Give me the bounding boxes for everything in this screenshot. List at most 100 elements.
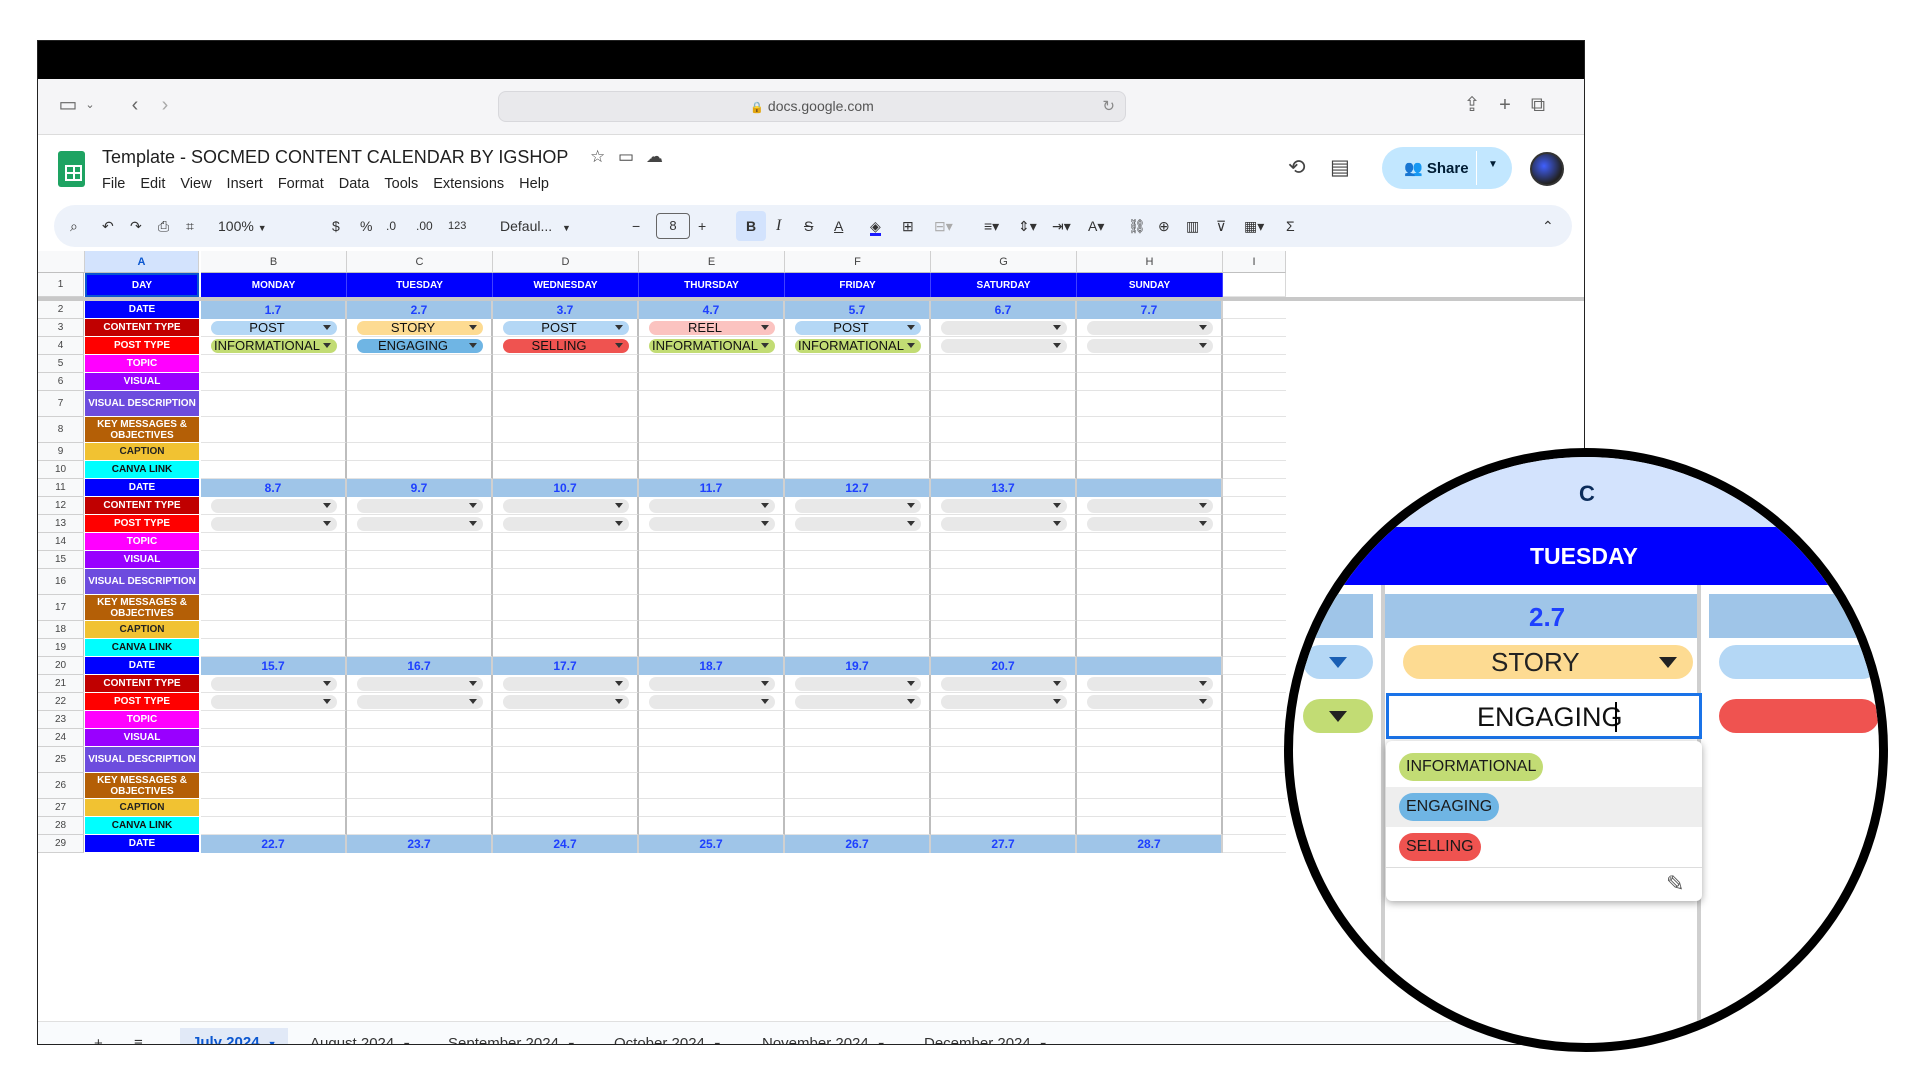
- date-cell[interactable]: 27.7: [931, 835, 1077, 853]
- post-type-dropdown[interactable]: [795, 517, 921, 531]
- post-type-dropdown[interactable]: [503, 517, 629, 531]
- calendar-cell[interactable]: [931, 533, 1077, 551]
- calendar-cell[interactable]: [493, 729, 639, 747]
- calendar-cell[interactable]: [1077, 621, 1223, 639]
- row-number[interactable]: 15: [38, 551, 84, 569]
- calendar-cell[interactable]: [785, 747, 931, 773]
- bold-button[interactable]: B: [736, 211, 766, 241]
- calendar-cell[interactable]: [493, 747, 639, 773]
- select-all-corner[interactable]: [38, 251, 85, 273]
- empty-cell[interactable]: [1223, 391, 1286, 417]
- calendar-cell[interactable]: [785, 443, 931, 461]
- dropdown-option[interactable]: ENGAGING: [1386, 787, 1702, 827]
- post-type-dropdown[interactable]: [1087, 517, 1213, 531]
- share-button[interactable]: 👥 Share ▼: [1382, 147, 1512, 189]
- calendar-cell[interactable]: [931, 729, 1077, 747]
- menu-edit[interactable]: Edit: [140, 176, 165, 192]
- calendar-cell[interactable]: [201, 639, 347, 657]
- empty-cell[interactable]: [1223, 417, 1286, 443]
- empty-cell[interactable]: [1223, 747, 1286, 773]
- post-type-dropdown[interactable]: [649, 695, 775, 709]
- tab-august-2024[interactable]: August 2024 ▼: [310, 1035, 411, 1044]
- content-type-dropdown[interactable]: POST: [795, 321, 921, 335]
- empty-cell[interactable]: [1223, 729, 1286, 747]
- calendar-cell[interactable]: [639, 417, 785, 443]
- content-type-dropdown[interactable]: [211, 677, 337, 691]
- sheets-logo-icon[interactable]: [58, 151, 85, 187]
- column-header-b[interactable]: B: [201, 251, 347, 273]
- post-type-dropdown[interactable]: [1087, 339, 1213, 353]
- empty-cell[interactable]: [1223, 273, 1286, 297]
- increase-font-size-button[interactable]: +: [698, 216, 706, 236]
- calendar-cell[interactable]: [201, 773, 347, 799]
- calendar-cell[interactable]: [639, 461, 785, 479]
- empty-cell[interactable]: [1223, 621, 1286, 639]
- column-header-c[interactable]: C: [347, 251, 493, 273]
- share-dropdown-icon[interactable]: ▼: [1488, 159, 1498, 170]
- calendar-cell[interactable]: [785, 417, 931, 443]
- calendar-cell[interactable]: [785, 391, 931, 417]
- date-cell[interactable]: 18.7: [639, 657, 785, 675]
- calendar-cell[interactable]: [201, 621, 347, 639]
- calendar-cell[interactable]: [493, 461, 639, 479]
- row-number[interactable]: 6: [38, 373, 84, 391]
- empty-cell[interactable]: [1223, 355, 1286, 373]
- calendar-cell[interactable]: [931, 639, 1077, 657]
- row-number[interactable]: 29: [38, 835, 84, 853]
- column-header-h[interactable]: H: [1077, 251, 1223, 273]
- calendar-cell[interactable]: [1077, 461, 1223, 479]
- calendar-cell[interactable]: [493, 817, 639, 835]
- text-rotation-icon[interactable]: A▾: [1088, 216, 1104, 236]
- calendar-cell[interactable]: [1077, 799, 1223, 817]
- empty-cell[interactable]: [1223, 479, 1286, 497]
- tab-november-2024[interactable]: November 2024 ▼: [762, 1035, 886, 1044]
- empty-cell[interactable]: [1223, 817, 1286, 835]
- calendar-cell[interactable]: [493, 443, 639, 461]
- empty-cell[interactable]: [1223, 533, 1286, 551]
- calendar-cell[interactable]: [201, 817, 347, 835]
- forward-icon[interactable]: ›: [153, 93, 177, 117]
- content-type-chip[interactable]: [1719, 645, 1879, 679]
- date-cell[interactable]: 25.7: [639, 835, 785, 853]
- row-number[interactable]: 27: [38, 799, 84, 817]
- empty-cell[interactable]: [1223, 711, 1286, 729]
- date-cell[interactable]: 6.7: [931, 301, 1077, 319]
- empty-cell[interactable]: [1223, 515, 1286, 533]
- filter-views-icon[interactable]: ▦▾: [1244, 216, 1264, 236]
- row-number[interactable]: 26: [38, 773, 84, 799]
- date-cell[interactable]: 28.7: [1077, 835, 1223, 853]
- calendar-cell[interactable]: [347, 461, 493, 479]
- row-number[interactable]: 7: [38, 391, 84, 417]
- calendar-cell[interactable]: [493, 551, 639, 569]
- calendar-cell[interactable]: [931, 569, 1077, 595]
- empty-cell[interactable]: [1223, 595, 1286, 621]
- calendar-cell[interactable]: [493, 569, 639, 595]
- menu-help[interactable]: Help: [519, 176, 549, 192]
- calendar-cell[interactable]: [1077, 729, 1223, 747]
- content-type-dropdown[interactable]: [795, 499, 921, 513]
- post-type-dropdown[interactable]: [941, 517, 1067, 531]
- calendar-cell[interactable]: [931, 595, 1077, 621]
- row-number[interactable]: 21: [38, 675, 84, 693]
- empty-cell[interactable]: [1223, 443, 1286, 461]
- calendar-cell[interactable]: [931, 551, 1077, 569]
- merge-cells-icon[interactable]: ⊟▾: [934, 216, 953, 236]
- share-page-icon[interactable]: ⇪: [1460, 93, 1484, 117]
- calendar-cell[interactable]: [347, 747, 493, 773]
- post-type-dropdown[interactable]: SELLING: [503, 339, 629, 353]
- calendar-cell[interactable]: [785, 551, 931, 569]
- calendar-cell[interactable]: [1077, 355, 1223, 373]
- document-title[interactable]: Template - SOCMED CONTENT CALENDAR BY IG…: [102, 147, 568, 168]
- calendar-cell[interactable]: [785, 355, 931, 373]
- date-cell[interactable]: 16.7: [347, 657, 493, 675]
- calendar-cell[interactable]: [785, 621, 931, 639]
- date-cell[interactable]: 3.7: [493, 301, 639, 319]
- date-cell[interactable]: 10.7: [493, 479, 639, 497]
- new-tab-icon[interactable]: +: [1493, 93, 1517, 117]
- calendar-cell[interactable]: [785, 639, 931, 657]
- calendar-cell[interactable]: [931, 417, 1077, 443]
- calendar-cell[interactable]: [1077, 417, 1223, 443]
- calendar-cell[interactable]: [1077, 569, 1223, 595]
- star-icon[interactable]: ☆: [590, 147, 605, 167]
- back-icon[interactable]: ‹: [123, 93, 147, 117]
